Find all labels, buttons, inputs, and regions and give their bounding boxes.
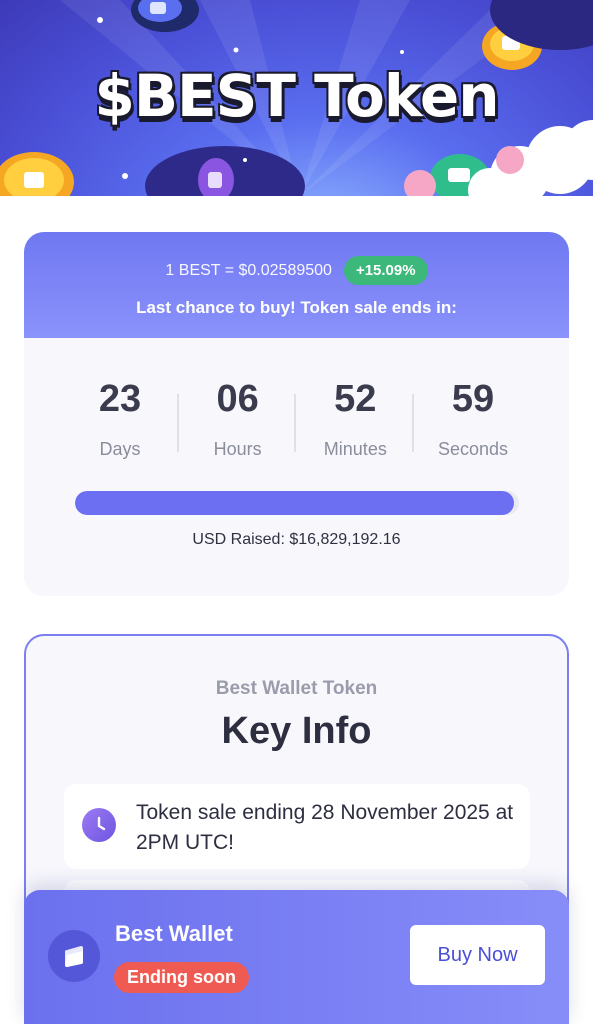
raise-progress-bar	[74, 491, 519, 515]
clock-icon	[82, 808, 116, 842]
sale-header: 1 BEST = $0.02589500 +15.09% Last chance…	[24, 232, 569, 338]
countdown-value: 06	[216, 378, 259, 420]
coin-icon	[0, 152, 74, 196]
price-change-badge: +15.09%	[343, 256, 428, 285]
key-info-title: Key Info	[221, 710, 372, 752]
key-info-item: Token sale ending 28 November 2025 at 2P…	[64, 784, 530, 869]
countdown-seconds: 59 Seconds	[411, 378, 531, 460]
countdown-label: Hours	[213, 439, 262, 459]
key-info-subtitle: Best Wallet Token	[215, 678, 378, 699]
ending-soon-badge: Ending soon	[114, 962, 249, 993]
countdown-label: Days	[99, 439, 141, 459]
cloud-decoration	[468, 120, 593, 196]
sale-ends-text: Last chance to buy! Token sale ends in:	[136, 298, 457, 317]
price-line: 1 BEST = $0.02589500 +15.09%	[24, 256, 569, 285]
buy-now-button[interactable]: Buy Now	[410, 925, 545, 985]
sticky-buy-bar: Best Wallet Ending soon Buy Now	[24, 890, 569, 1024]
countdown-value: 59	[451, 378, 495, 420]
raise-progress-fill	[74, 491, 515, 515]
countdown: 23 Days 06 Hours 52 Minutes 59 Seconds	[24, 338, 569, 460]
countdown-minutes: 52 Minutes	[294, 378, 413, 460]
token-sale-card: 1 BEST = $0.02589500 +15.09% Last chance…	[24, 232, 569, 596]
wallet-name: Best Wallet	[115, 921, 233, 946]
best-wallet-logo-icon	[48, 930, 100, 982]
countdown-days: 23 Days	[62, 378, 178, 460]
countdown-value: 52	[334, 378, 377, 420]
hero-banner: $BEST Token	[0, 0, 593, 196]
countdown-value: 23	[98, 378, 142, 420]
usd-raised: USD Raised: $16,829,192.16	[192, 531, 401, 548]
countdown-hours: 06 Hours	[176, 378, 296, 460]
token-price: 1 BEST = $0.02589500	[165, 261, 332, 279]
countdown-label: Seconds	[437, 439, 508, 459]
hero-title: $BEST Token	[94, 62, 499, 130]
countdown-label: Minutes	[323, 439, 387, 459]
key-info-text: Token sale ending 28 November 2025 at 2P…	[136, 801, 514, 854]
